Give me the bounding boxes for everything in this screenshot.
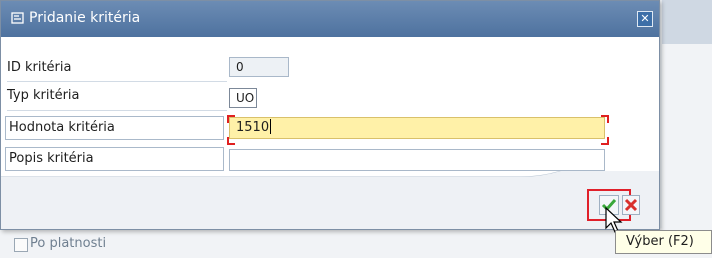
- form-area: ID kritéria 0 Typ kritéria UO Hodnota kr…: [1, 37, 659, 177]
- close-icon[interactable]: ✕: [637, 11, 653, 27]
- focus-corner: [227, 137, 235, 145]
- id-criterion-field: 0: [229, 57, 289, 77]
- row-divider: [7, 110, 227, 111]
- value-criterion-input[interactable]: 1510: [229, 117, 605, 139]
- dialog-title: Pridanie kritéria: [29, 10, 141, 26]
- dialog-icon: [11, 12, 24, 24]
- cancel-button[interactable]: [622, 195, 640, 215]
- text-caret: [270, 119, 272, 134]
- focus-corner: [601, 115, 609, 123]
- focus-corner: [601, 137, 609, 145]
- footer-curve: [1, 171, 659, 201]
- dialog-titlebar[interactable]: Pridanie kritéria ✕: [1, 1, 659, 37]
- description-criterion-input[interactable]: [229, 149, 605, 171]
- cancel-icon: [624, 198, 638, 212]
- type-criterion-field[interactable]: UO: [229, 88, 257, 108]
- value-criterion-label: Hodnota kritéria: [5, 116, 224, 140]
- po-platnosti-checkbox[interactable]: [14, 238, 28, 252]
- description-criterion-label: Popis kritéria: [5, 147, 224, 171]
- id-criterion-label: ID kritéria: [7, 60, 72, 75]
- value-criterion-text: 1510: [236, 120, 270, 135]
- row-divider: [7, 81, 227, 82]
- add-criterion-dialog: Pridanie kritéria ✕ ID kritéria 0 Typ kr…: [0, 0, 660, 230]
- ok-button-tooltip: Výber (F2): [615, 230, 712, 254]
- background-screen: [662, 0, 712, 258]
- focus-corner: [227, 115, 235, 123]
- type-criterion-label: Typ kritéria: [7, 88, 80, 103]
- po-platnosti-label: Po platnosti: [30, 236, 107, 251]
